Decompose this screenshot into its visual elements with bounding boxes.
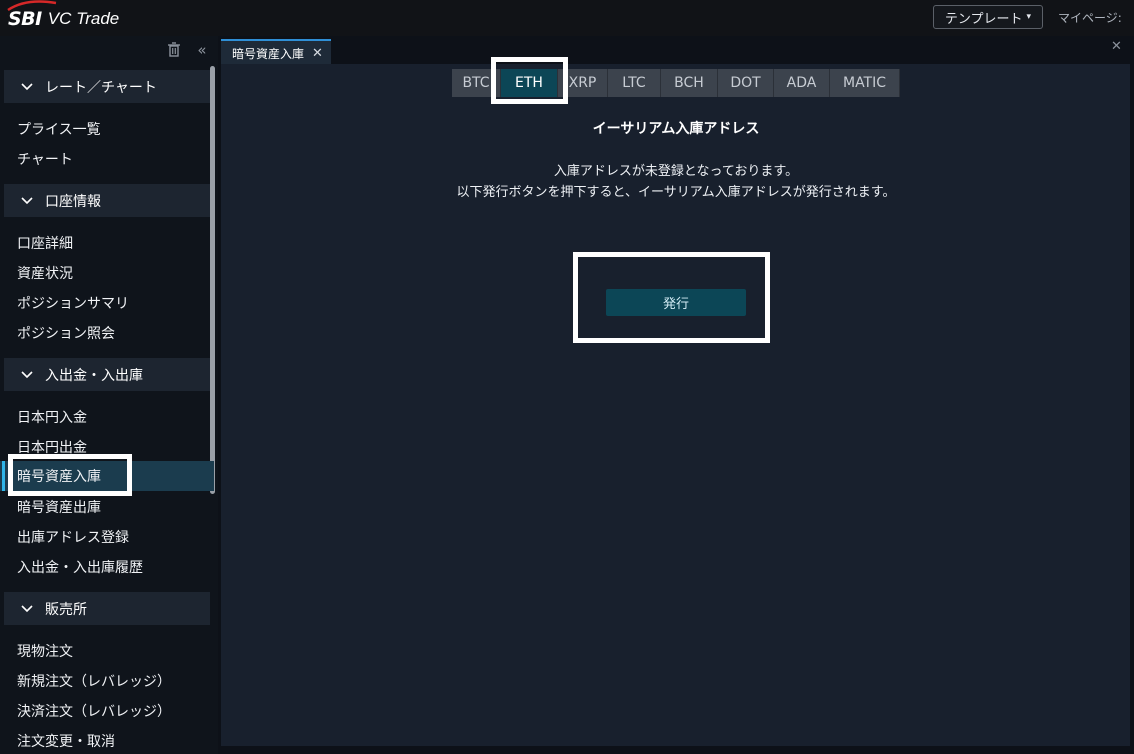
sidebar: « レート／チャート プライス一覧 チャート 口座情報 口座詳細 資産状況 ポジ… [0, 36, 218, 754]
coin-tab-ltc[interactable]: LTC [608, 69, 661, 97]
sidebar-item-asset-status[interactable]: 資産状況 [0, 258, 214, 288]
active-indicator [2, 461, 5, 491]
logo-swoosh-icon [7, 0, 57, 12]
sidebar-item-position-inquiry[interactable]: ポジション照会 [0, 318, 214, 348]
sidebar-item-label: 現物注文 [17, 644, 73, 660]
coin-tab-dot[interactable]: DOT [718, 69, 774, 97]
template-button-label: テンプレート [944, 11, 1023, 27]
page-title: イーサリアム入庫アドレス [592, 121, 760, 137]
sidebar-item-order-change-cancel[interactable]: 注文変更・取消 [0, 726, 214, 754]
app-header: SBI VC Trade テンプレート ▾ マイページ: [0, 0, 1134, 36]
sidebar-item-position-summary[interactable]: ポジションサマリ [0, 288, 214, 318]
section-label: 口座情報 [45, 193, 101, 210]
sidebar-item-label: ポジションサマリ [17, 296, 129, 312]
sidebar-item-withdrawal-address[interactable]: 出庫アドレス登録 [0, 522, 214, 552]
coin-tab-matic[interactable]: MATIC [830, 69, 900, 97]
sidebar-item-label: 入出金・入出庫履歴 [17, 560, 143, 576]
coin-tabs: BTC ETH XRP LTC BCH DOT ADA MATIC [452, 69, 900, 97]
coin-tab-eth[interactable]: ETH [501, 69, 558, 97]
sidebar-item-label: 暗号資産入庫 [17, 469, 101, 485]
sidebar-item-label: 出庫アドレス登録 [17, 530, 129, 546]
mypage-link[interactable]: マイページ: [1058, 9, 1122, 26]
section-account-info[interactable]: 口座情報 [4, 184, 210, 217]
sidebar-item-label: ポジション照会 [17, 326, 115, 342]
tab-crypto-deposit[interactable]: 暗号資産入庫 ✕ [221, 39, 331, 65]
sidebar-item-label: 日本円入金 [17, 410, 87, 426]
section-label: レート／チャート [45, 79, 157, 96]
section-rate-chart[interactable]: レート／チャート [4, 70, 210, 103]
sidebar-item-crypto-withdrawal[interactable]: 暗号資産出庫 [0, 492, 214, 522]
coin-tab-xrp[interactable]: XRP [558, 69, 608, 97]
sidebar-item-chart[interactable]: チャート [0, 144, 214, 174]
chevron-down-icon [20, 194, 34, 208]
close-panel-icon[interactable]: ✕ [1111, 39, 1122, 54]
chevron-down-icon [20, 602, 34, 616]
sidebar-item-label: 暗号資産出庫 [17, 500, 101, 516]
message-line-2: 以下発行ボタンを押下すると、イーサリアム入庫アドレスが発行されます。 [456, 185, 896, 200]
sidebar-item-label: 決済注文（レバレッジ） [17, 704, 171, 720]
collapse-sidebar-icon[interactable]: « [194, 42, 210, 58]
sidebar-item-label: 資産状況 [17, 266, 73, 282]
sidebar-item-label: チャート [17, 152, 73, 168]
sidebar-item-label: 日本円出金 [17, 440, 87, 456]
sidebar-item-jpy-withdrawal[interactable]: 日本円出金 [0, 432, 214, 462]
chevron-down-icon [20, 80, 34, 94]
sidebar-item-label: 新規注文（レバレッジ） [17, 674, 171, 690]
section-exchange[interactable]: 販売所 [4, 592, 210, 625]
sbi-vc-trade-logo: SBI VC Trade [7, 0, 120, 32]
coin-tab-btc[interactable]: BTC [452, 69, 501, 97]
tab-label: 暗号資産入庫 [232, 46, 305, 61]
chevron-down-icon: ▾ [1026, 12, 1032, 22]
sidebar-item-label: プライス一覧 [17, 122, 101, 138]
sidebar-item-crypto-deposit[interactable]: 暗号資産入庫 [0, 461, 214, 491]
coin-tab-bch[interactable]: BCH [661, 69, 718, 97]
sidebar-item-new-leverage-order[interactable]: 新規注文（レバレッジ） [0, 666, 214, 696]
close-icon[interactable]: ✕ [312, 46, 323, 61]
sidebar-item-spot-order[interactable]: 現物注文 [0, 636, 214, 666]
sidebar-item-label: 口座詳細 [17, 236, 73, 252]
sidebar-item-close-leverage-order[interactable]: 決済注文（レバレッジ） [0, 696, 214, 726]
issue-address-button[interactable]: 発行 [606, 289, 746, 316]
sidebar-item-price-list[interactable]: プライス一覧 [0, 114, 214, 144]
message-line-1: 入庫アドレスが未登録となっております。 [553, 164, 799, 179]
trash-icon[interactable] [166, 42, 182, 58]
template-button[interactable]: テンプレート ▾ [933, 5, 1043, 29]
section-label: 入出金・入出庫 [45, 367, 143, 384]
sidebar-item-label: 注文変更・取消 [17, 734, 115, 750]
section-label: 販売所 [45, 601, 87, 618]
chevron-down-icon [20, 368, 34, 382]
section-deposit-withdrawal[interactable]: 入出金・入出庫 [4, 358, 210, 391]
coin-tab-ada[interactable]: ADA [774, 69, 830, 97]
logo-text: VC Trade [47, 9, 120, 28]
sidebar-item-jpy-deposit[interactable]: 日本円入金 [0, 402, 214, 432]
sidebar-item-account-detail[interactable]: 口座詳細 [0, 228, 214, 258]
sidebar-item-history[interactable]: 入出金・入出庫履歴 [0, 552, 214, 582]
sidebar-tools: « [166, 42, 210, 58]
